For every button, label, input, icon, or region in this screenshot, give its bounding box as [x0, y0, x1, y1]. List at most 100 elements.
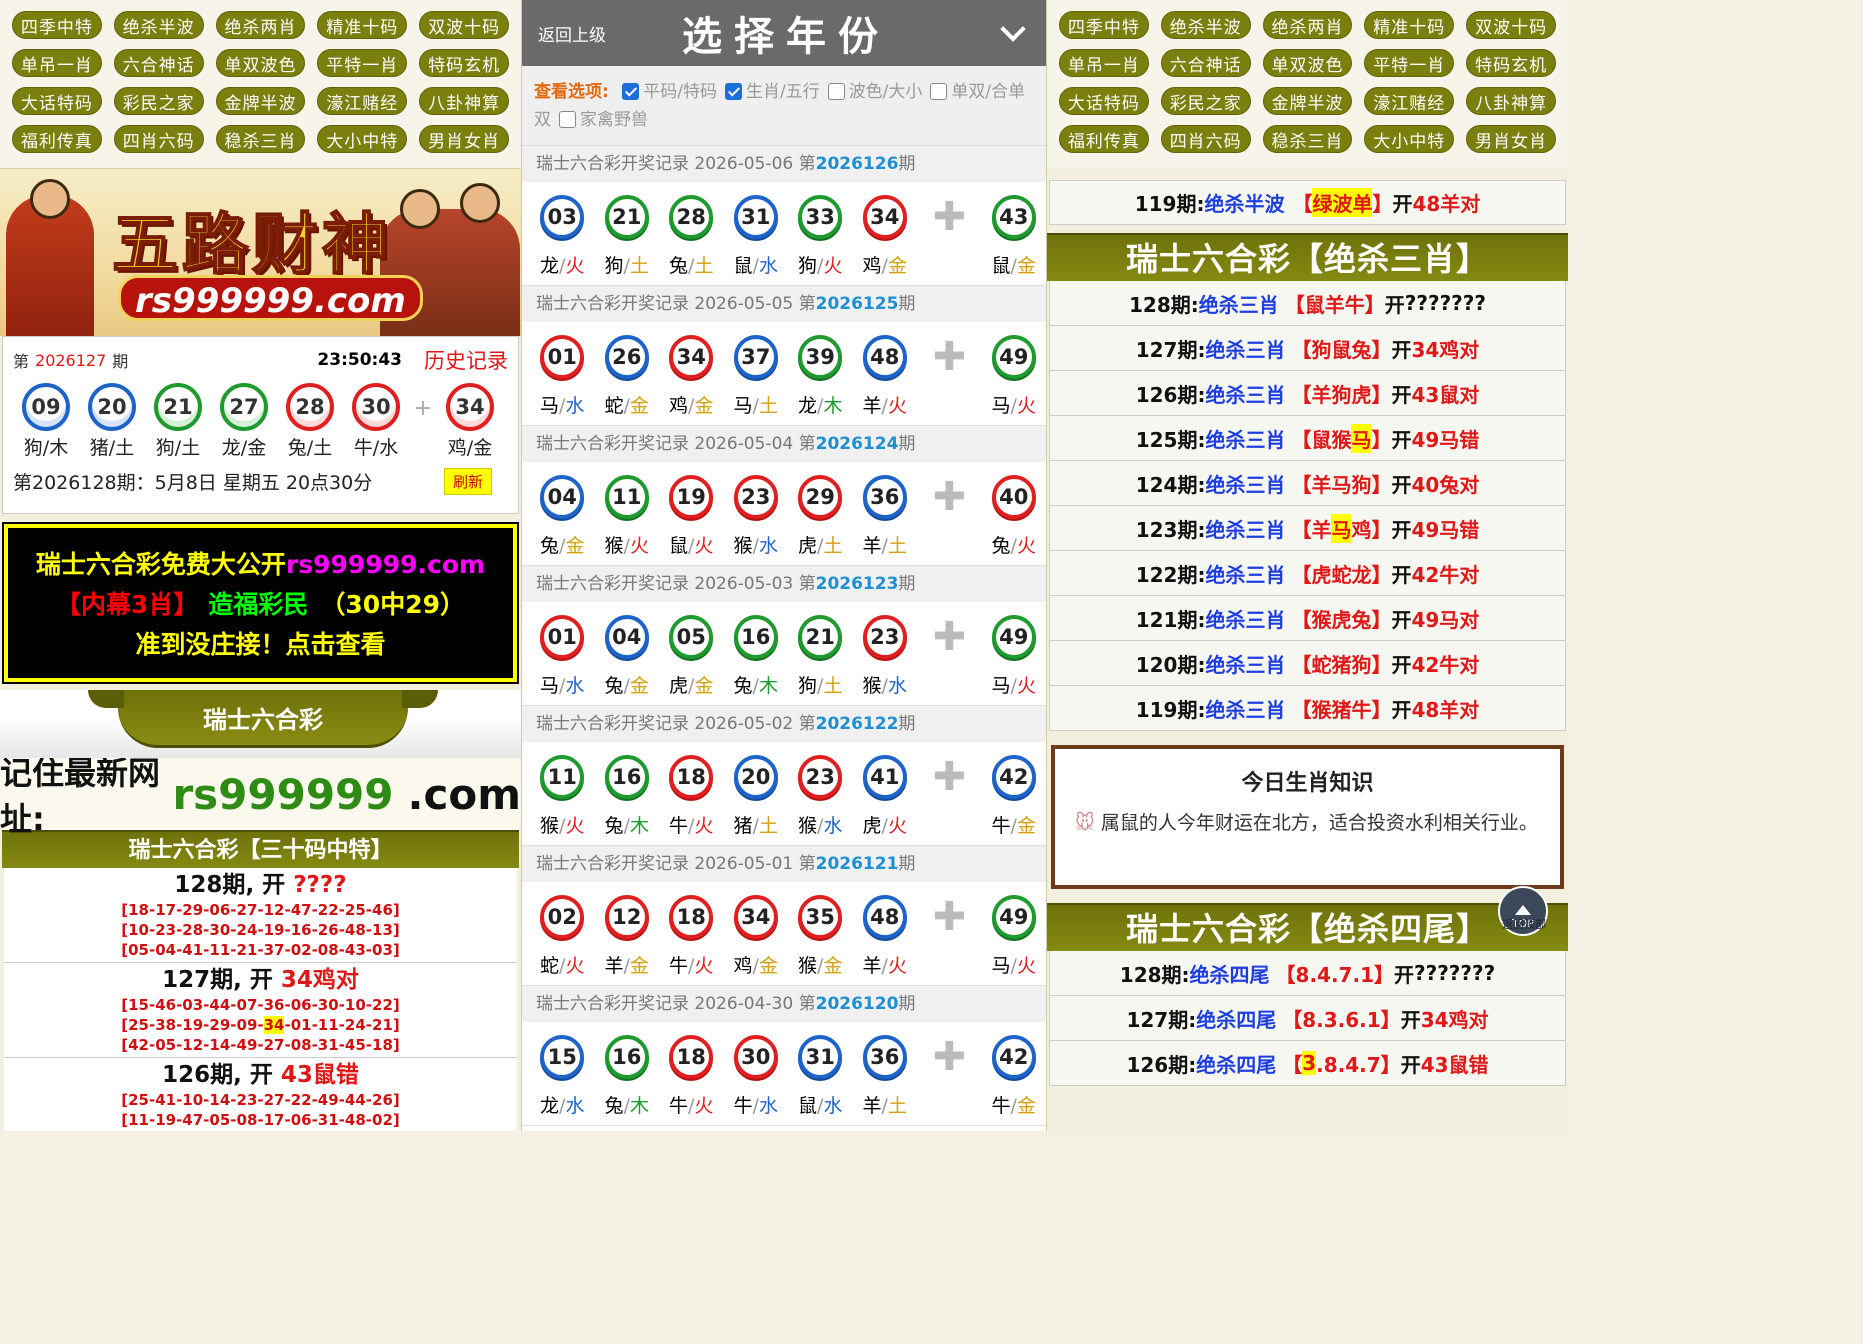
section-title: 瑞士六合彩【绝杀三肖】: [1047, 233, 1568, 281]
nav-link[interactable]: 四季中特: [12, 11, 102, 39]
number-ball: 49: [991, 895, 1036, 939]
checkbox-icon[interactable]: [622, 83, 640, 100]
nav-link[interactable]: 单双波色: [1262, 49, 1353, 77]
checkbox-icon[interactable]: [930, 83, 948, 100]
checkbox-icon[interactable]: [827, 83, 845, 100]
nav-link[interactable]: 特码玄机: [419, 49, 509, 77]
nav-link[interactable]: 八卦神算: [1466, 87, 1556, 115]
record-zodiacs: 猴/火 兔/木 牛/火 猪/土 猴/水 虎/火 牛/金: [522, 804, 1046, 844]
nav-link[interactable]: 精准十码: [317, 11, 408, 39]
checkbox-icon[interactable]: [559, 111, 576, 128]
ball-cell: 28: [659, 195, 724, 239]
item-sep: , 开: [245, 872, 294, 898]
nav-link[interactable]: 福利传真: [1059, 125, 1149, 153]
zodiac-element: 火: [887, 814, 907, 837]
zodiac-animal: 羊: [862, 954, 882, 977]
record-period: 2026126: [815, 154, 899, 174]
row-value: 【鼠羊牛】: [1284, 292, 1385, 317]
nav-link[interactable]: 六合神话: [1160, 49, 1251, 77]
option-checkbox[interactable]: 家禽野兽: [551, 110, 648, 130]
history-link[interactable]: 历史记录: [424, 345, 508, 375]
nav-link[interactable]: 六合神话: [113, 49, 204, 77]
row-value: 【猴虎兔】: [1291, 607, 1392, 632]
nav-link[interactable]: 福利传真: [12, 125, 102, 153]
nav-link[interactable]: 双波十码: [1466, 11, 1556, 39]
left-column: 四季中特 绝杀半波 绝杀两肖 精准十码 双波十码单吊一肖 六合神话 单双波色 平特一肖 特码玄机…: [0, 0, 522, 1131]
zodiac-animal: 猴: [604, 534, 624, 557]
row-kind: 绝杀四尾: [1196, 1007, 1277, 1032]
nav-link[interactable]: 单双波色: [215, 49, 306, 77]
zodiac-cell: 猴/水: [798, 814, 843, 837]
code-group: [18-17-29-06-27-12-47-22-25-46]: [121, 901, 400, 919]
code-group: [11-19-47-05-08-17-06-31-48-02]: [121, 1111, 400, 1129]
chevron-down-icon[interactable]: [1000, 16, 1026, 42]
nav-link[interactable]: 稳杀三肖: [215, 125, 306, 153]
record-suffix: 期: [898, 294, 916, 314]
checkbox-icon[interactable]: [724, 83, 742, 100]
zodiac-cell: 马/火: [991, 394, 1036, 417]
record-suffix: 期: [898, 574, 916, 594]
kill-row: 123期: 绝杀三肖 【羊马鸡】开 49马错: [1049, 506, 1566, 551]
period-suffix: 期: [112, 352, 129, 371]
number-ball: 04: [540, 475, 585, 519]
plus-icon: ✚: [932, 614, 966, 660]
nav-link[interactable]: 单吊一肖: [12, 49, 102, 77]
record-title: 瑞士六合彩开奖记录 2026-05-04 第2026124期: [522, 426, 1046, 462]
nav-link[interactable]: 彩民之家: [113, 87, 204, 115]
nav-link[interactable]: 大小中特: [317, 125, 408, 153]
nav-link[interactable]: 大小中特: [1364, 125, 1455, 153]
thirty-code-item: 127期, 开 34鸡对 [15-46-03-44-07-36-06-30-10-…: [4, 963, 517, 1058]
nav-link[interactable]: 平特一肖: [317, 49, 408, 77]
back-button[interactable]: 返回上级: [538, 21, 606, 46]
option-checkbox[interactable]: 生肖/五行: [717, 82, 820, 102]
nav-link[interactable]: 金牌半波: [215, 87, 306, 115]
ball-zodiac: 鸡/金: [447, 437, 493, 459]
nav-link[interactable]: 特码玄机: [1466, 49, 1556, 77]
year-select-title[interactable]: 选择年份: [682, 4, 890, 62]
record-zodiacs: 马/水 兔/金 虎/金 兔/木 狗/土 猴/水 马/火: [522, 664, 1046, 704]
row-kind: 绝杀三肖: [1205, 472, 1286, 497]
nav-link[interactable]: 双波十码: [419, 11, 509, 39]
row-highlight: 3: [1302, 1051, 1317, 1075]
promo-ad[interactable]: 瑞士六合彩免费大公开rs999999.com 【内幕3肖】 造福彩民 （30中29）…: [2, 522, 519, 684]
ball-cell: ✚: [917, 194, 982, 240]
nav-link[interactable]: 男肖女肖: [1466, 125, 1556, 153]
zodiac-element: 火: [694, 1094, 714, 1117]
nav-link[interactable]: 绝杀半波: [1160, 11, 1251, 39]
row-result: 40兔对: [1411, 472, 1480, 497]
nav-link[interactable]: 绝杀半波: [113, 11, 204, 39]
nav-link[interactable]: 四肖六码: [1160, 125, 1251, 153]
zodiac-element: 土: [758, 814, 778, 837]
nav-link[interactable]: 绝杀两肖: [215, 11, 306, 39]
refresh-button[interactable]: 刷新: [443, 468, 492, 495]
nav-link[interactable]: 单吊一肖: [1059, 49, 1149, 77]
nav-link[interactable]: 濠江赌经: [317, 87, 408, 115]
nav-link[interactable]: 绝杀两肖: [1262, 11, 1353, 39]
draw-record: 瑞士六合彩开奖记录 2026-05-01 第2026121期 02 12 18 34 35…: [522, 846, 1046, 986]
nav-link[interactable]: 濠江赌经: [1364, 87, 1455, 115]
nav-link[interactable]: 大话特码: [12, 87, 102, 115]
ball-cell: 18: [659, 895, 724, 939]
ball-cell: 42: [982, 755, 1047, 799]
kill-row: 121期: 绝杀三肖 【猴虎兔】开 49马对: [1049, 596, 1566, 641]
nav-link[interactable]: 精准十码: [1364, 11, 1455, 39]
nav-link[interactable]: 平特一肖: [1364, 49, 1455, 77]
nav-link[interactable]: 稳杀三肖: [1262, 125, 1353, 153]
number-ball: 18: [669, 755, 714, 799]
row-value: 【羊狗虎】: [1291, 382, 1392, 407]
row-open: 开: [1391, 607, 1412, 632]
nav-link[interactable]: 八卦神算: [419, 87, 509, 115]
nav-link[interactable]: 金牌半波: [1262, 87, 1353, 115]
option-checkbox[interactable]: 波色/大小: [820, 82, 922, 102]
code-text: 25-41-10-14-23-27-22-49-44-26: [128, 1091, 393, 1109]
zodiac-cell: 鸡/金: [733, 954, 778, 977]
banner[interactable]: 五路财神 rs999999.com: [0, 168, 521, 336]
option-checkbox[interactable]: 平码/特码: [614, 82, 717, 102]
knowledge-title: 今日生肖知识: [1241, 771, 1374, 796]
nav-link[interactable]: 四肖六码: [113, 125, 204, 153]
nav-link[interactable]: 大话特码: [1059, 87, 1149, 115]
nav-link[interactable]: 四季中特: [1059, 11, 1149, 39]
ball-cell: 18: [659, 755, 724, 799]
nav-link[interactable]: 彩民之家: [1160, 87, 1251, 115]
nav-link[interactable]: 男肖女肖: [419, 125, 509, 153]
